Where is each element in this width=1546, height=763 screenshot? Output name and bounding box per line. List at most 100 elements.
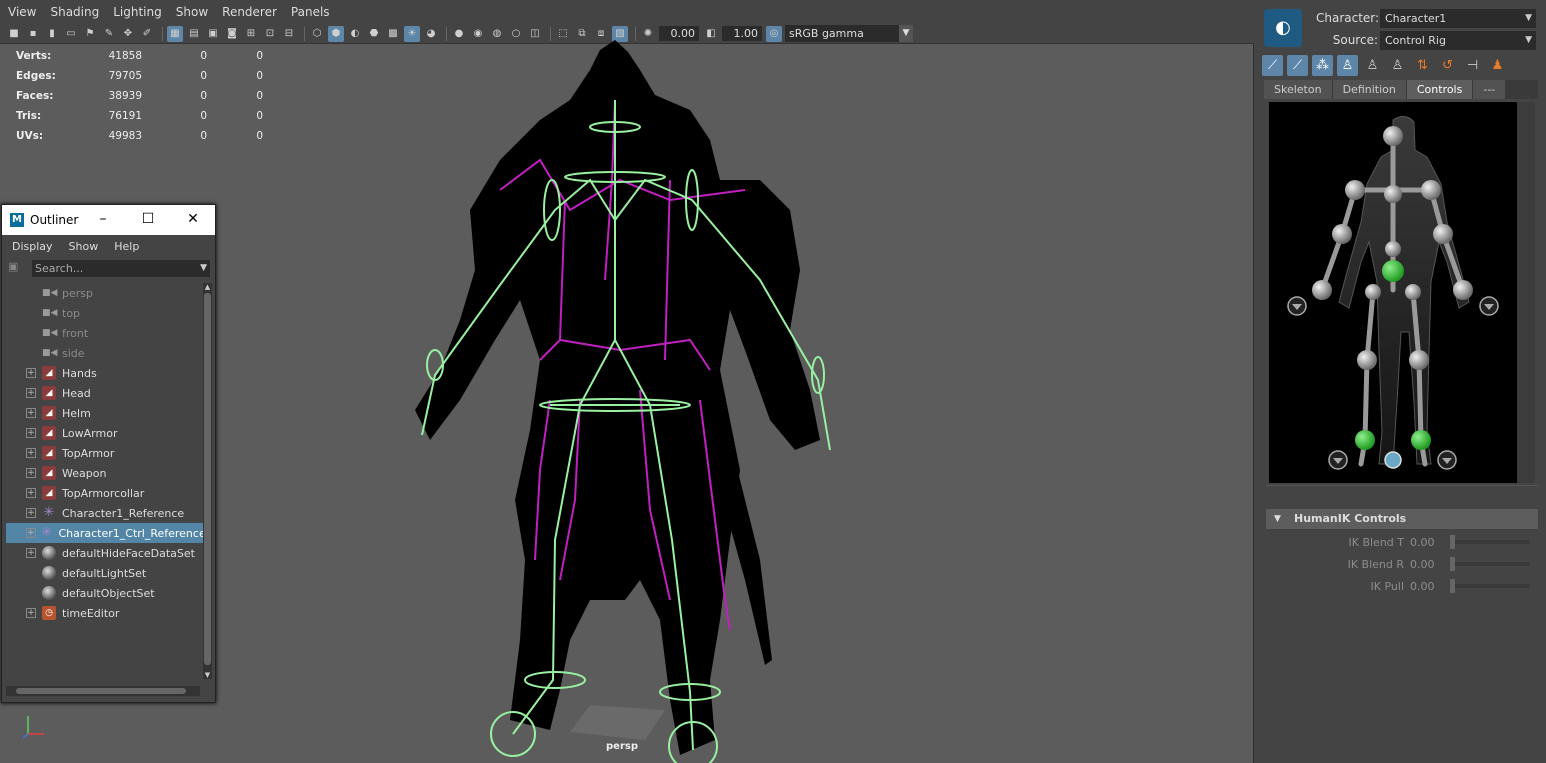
ik-blend-t-value[interactable]: 0.00 [1410,536,1450,549]
body-part-icon[interactable]: ♙ [1362,55,1383,76]
expand-icon[interactable]: + [26,548,36,558]
wireframe-icon[interactable]: ⬡ [309,26,325,42]
expand-icon[interactable]: + [26,468,36,478]
menu-shading[interactable]: Shading [50,5,99,19]
outliner-titlebar[interactable]: M Outliner – ☐ ✕ [2,205,215,235]
expand-icon[interactable]: + [26,368,36,378]
wireframe-on-shaded-icon[interactable]: ⬣ [366,26,382,42]
gate-mask-icon[interactable]: ◙ [224,26,240,42]
humanik-logo-icon[interactable]: ◐ [1264,9,1302,47]
pin-rotate-icon[interactable]: ↺ [1437,55,1458,76]
camera-select-icon[interactable]: ■ [6,26,22,42]
ik-blend-r-value[interactable]: 0.00 [1410,558,1450,571]
use-default-material-icon[interactable]: ◐ [347,26,363,42]
expand-icon[interactable]: + [26,448,36,458]
tab-controls[interactable]: Controls [1406,80,1473,99]
pen-icon[interactable]: ✎ [101,26,117,42]
selection-icon[interactable]: ♙ [1387,55,1408,76]
tab-definition[interactable]: Definition [1332,80,1406,99]
menu-view[interactable]: View [8,5,36,19]
tab-more[interactable]: --- [1473,80,1506,99]
outliner-item[interactable]: defaultObjectSet [6,583,204,603]
expand-icon[interactable]: + [26,528,36,538]
outliner-item[interactable]: ■◀ top [6,303,204,323]
slider-handle[interactable] [1450,557,1455,571]
scroll-up-icon[interactable]: ▲ [203,283,212,291]
gamma-field[interactable]: 1.00 [722,26,762,41]
outliner-vertical-scrollbar[interactable]: ▲ ▼ [203,283,212,679]
outliner-item[interactable]: ■◀ front [6,323,204,343]
scroll-down-icon[interactable]: ▼ [203,671,212,679]
expand-icon[interactable]: + [26,488,36,498]
outliner-item[interactable]: + ◢ Helm [6,403,204,423]
outliner-search-input[interactable]: Search... ▼ [32,259,210,277]
outliner-item[interactable]: + ✳ Character1_Reference [6,503,204,523]
smooth-shade-icon[interactable]: ⬢ [328,25,344,42]
outliner-item[interactable]: + ◢ Hands [6,363,204,383]
pan-zoom-icon[interactable]: ✥ [120,26,136,42]
outliner-item[interactable]: + ◢ TopArmorcollar [6,483,204,503]
character-model[interactable] [400,40,850,763]
bookmark-flag-icon[interactable]: ⚑ [82,26,98,42]
chevron-down-icon[interactable]: ▼ [200,260,207,277]
pin-none-icon[interactable]: ⊣ [1462,55,1483,76]
ik-pull-value[interactable]: 0.00 [1410,580,1450,593]
close-icon[interactable]: ✕ [186,211,200,227]
textured-icon[interactable]: ▩ [385,26,401,42]
outliner-menu-display[interactable]: Display [12,240,53,253]
menu-panels[interactable]: Panels [291,5,330,19]
film-gate-icon[interactable]: ▤ [186,26,202,42]
menu-show[interactable]: Show [176,5,208,19]
scrollbar-thumb[interactable] [204,293,211,665]
outliner-item[interactable]: + ◢ TopArmor [6,443,204,463]
outliner-item[interactable]: + ◢ LowArmor [6,423,204,443]
character-dropdown[interactable]: Character1 ▼ [1380,9,1536,28]
pin-translate-icon[interactable]: ⇅ [1412,55,1433,76]
expand-icon[interactable]: + [26,508,36,518]
outliner-item[interactable]: + ◢ Weapon [6,463,204,483]
grease-pencil-icon[interactable]: ✐ [139,26,155,42]
outliner-menu-help[interactable]: Help [114,240,139,253]
tab-skeleton[interactable]: Skeleton [1264,80,1332,99]
expand-icon[interactable]: + [26,388,36,398]
source-dropdown[interactable]: Control Rig ▼ [1380,31,1536,50]
safe-action-icon[interactable]: ⊡ [262,26,278,42]
collapse-arrow-icon[interactable]: ▼ [1274,509,1281,529]
outliner-item[interactable]: + defaultHideFaceDataSet [6,543,204,563]
safe-title-icon[interactable]: ⊟ [281,26,297,42]
select-bone-icon[interactable]: ⟋ [1262,54,1283,76]
skeleton-display-icon[interactable]: ⁂ [1312,54,1333,76]
outliner-item[interactable]: ■◀ persp [6,283,204,303]
bookmark-icon[interactable]: ▮ [44,26,60,42]
outliner-item[interactable]: ■◀ side [6,343,204,363]
outliner-item[interactable]: defaultLightSet [6,563,204,583]
full-body-icon[interactable]: ♙ [1337,54,1358,76]
outliner-menu-show[interactable]: Show [69,240,99,253]
slider-handle[interactable] [1450,579,1455,593]
expand-icon[interactable]: + [26,408,36,418]
ik-pull-slider[interactable] [1450,579,1530,593]
ik-blend-r-slider[interactable] [1450,557,1530,571]
maximize-icon[interactable]: ☐ [141,211,155,227]
scrollbar-thumb[interactable] [16,688,186,694]
expand-icon[interactable]: + [26,608,36,618]
minimize-icon[interactable]: – [96,211,110,227]
outliner-item[interactable]: + ◢ Head [6,383,204,403]
filter-icon[interactable]: ▣ [8,260,24,276]
select-effector-icon[interactable]: ⟋ [1287,54,1308,76]
field-chart-icon[interactable]: ⊞ [243,26,259,42]
outliner-item[interactable]: + ◷ timeEditor [6,603,204,623]
camera-attributes-icon[interactable]: ▪ [25,26,41,42]
character-settings-icon[interactable]: ♟ [1487,55,1508,76]
menu-lighting[interactable]: Lighting [113,5,162,19]
resolution-gate-icon[interactable]: ▣ [205,26,221,42]
ik-blend-t-slider[interactable] [1450,535,1530,549]
humanik-control-picker[interactable] [1269,102,1535,483]
humanik-controls-section[interactable]: ▼ HumanIK Controls [1266,509,1538,529]
image-plane-icon[interactable]: ▭ [63,26,79,42]
outliner-horizontal-scrollbar[interactable] [6,686,200,696]
outliner-item-selected[interactable]: + ✳ Character1_Ctrl_Reference [6,523,204,543]
expand-icon[interactable]: + [26,428,36,438]
slider-handle[interactable] [1450,535,1455,549]
menu-renderer[interactable]: Renderer [222,5,277,19]
